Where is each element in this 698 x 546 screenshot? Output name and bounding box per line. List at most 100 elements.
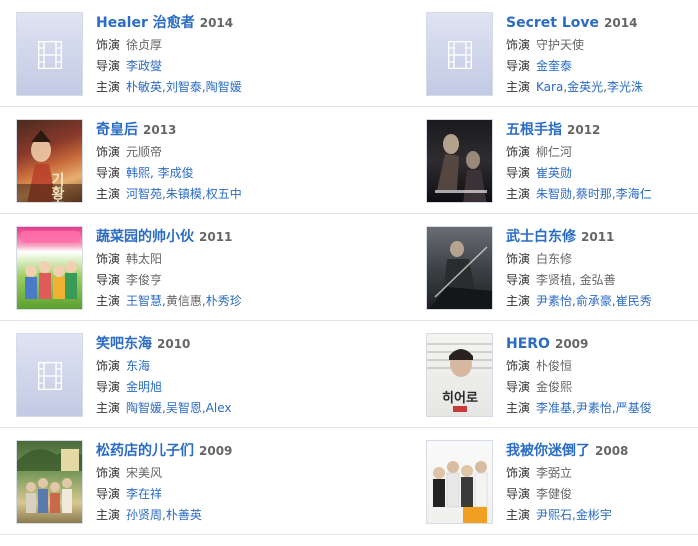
director-label: 导演 <box>506 380 531 394</box>
cast-link[interactable]: 陶智媛 <box>126 401 162 415</box>
role-value: 韩太阳 <box>126 252 163 266</box>
drama-year: 2014 <box>604 16 638 30</box>
cast-link[interactable]: 吴智恩 <box>166 401 202 415</box>
poster-placeholder[interactable] <box>16 12 83 96</box>
cast-link[interactable]: 金彬宇 <box>576 508 612 522</box>
cast-link[interactable]: 李光洙 <box>607 80 643 94</box>
poster-art <box>428 241 492 309</box>
poster-image[interactable] <box>426 119 493 203</box>
drama-title-link[interactable]: Secret Love <box>506 15 599 31</box>
cast-link[interactable]: 俞承豪 <box>576 294 612 308</box>
cast-link[interactable]: 陶智媛 <box>206 80 242 94</box>
role-value: 徐贞厚 <box>126 38 163 52</box>
drama-year: 2009 <box>199 444 233 458</box>
cast-link[interactable]: 朴敏英 <box>126 80 162 94</box>
role-label: 饰演 <box>96 38 121 52</box>
cast-link[interactable]: 严基俊 <box>616 401 652 415</box>
cast-link[interactable]: 崔民秀 <box>616 294 652 308</box>
cast-link[interactable]: 河智苑 <box>126 187 162 201</box>
cast-link[interactable]: 李海仁 <box>616 187 652 201</box>
director-value: 金俊熙 <box>536 380 573 394</box>
cast-link[interactable]: 王智慧 <box>126 294 162 308</box>
cast-label: 主演 <box>506 508 531 522</box>
drama-title-link[interactable]: 蔬菜园的帅小伙 <box>96 229 194 245</box>
poster-placeholder[interactable] <box>16 333 83 417</box>
director-label: 导演 <box>96 273 121 287</box>
drama-year: 2014 <box>199 16 234 30</box>
poster-image[interactable] <box>426 440 493 524</box>
drama-title-link[interactable]: 武士白东修 <box>506 229 576 245</box>
drama-title-link[interactable]: 五根手指 <box>506 122 562 138</box>
row-divider <box>0 534 698 535</box>
role-label: 饰演 <box>506 145 531 159</box>
cast-link[interactable]: Kara <box>536 80 563 94</box>
poster-placeholder[interactable] <box>426 12 493 96</box>
role-label: 饰演 <box>96 466 121 480</box>
drama-year: 2013 <box>143 123 177 137</box>
cast-link[interactable]: 蔡时那 <box>576 187 612 201</box>
drama-card: Secret Love 2014 饰演 守护天使 导演 金奎泰 主演 Kara,金英光,… <box>426 0 698 106</box>
cast-link[interactable]: 朱镇模 <box>166 187 202 201</box>
poster-art <box>21 231 80 299</box>
cast-link[interactable]: 朴善英 <box>166 508 202 522</box>
cast-link[interactable]: 尹素怡 <box>536 294 572 308</box>
poster-title-text: 기황후 <box>49 172 65 203</box>
role-value: 白东修 <box>536 252 573 266</box>
director-link[interactable]: 崔英勋 <box>536 166 572 180</box>
director-label: 导演 <box>96 166 121 180</box>
cast-label: 主演 <box>96 508 121 522</box>
cast-label: 主演 <box>506 187 531 201</box>
cast-link[interactable]: 尹素怡 <box>576 401 612 415</box>
poster-art <box>433 461 488 523</box>
poster-image[interactable] <box>16 226 83 310</box>
poster-image[interactable] <box>426 226 493 310</box>
drama-title-link[interactable]: 笑吧东海 <box>96 336 152 352</box>
drama-title-link[interactable]: 奇皇后 <box>96 122 138 138</box>
cast-link[interactable]: 朱智勋 <box>536 187 572 201</box>
role-label: 饰演 <box>96 145 121 159</box>
role-label: 饰演 <box>506 38 531 52</box>
drama-year: 2011 <box>581 230 615 244</box>
role-link[interactable]: 东海 <box>126 359 150 373</box>
drama-year: 2009 <box>554 337 589 351</box>
drama-title-link[interactable]: HERO <box>506 336 550 352</box>
poster-image[interactable] <box>16 440 83 524</box>
cast-link[interactable]: 权五中 <box>206 187 242 201</box>
cast-link[interactable]: 尹熙石 <box>536 508 572 522</box>
director-label: 导演 <box>506 273 531 287</box>
drama-title-link[interactable]: 我被你迷倒了 <box>506 443 590 459</box>
cast-link[interactable]: Alex <box>206 401 232 415</box>
role-label: 饰演 <box>506 359 531 373</box>
poster-image[interactable]: 히어로 <box>426 333 493 417</box>
drama-title-link[interactable]: Healer 治愈者 <box>96 15 195 31</box>
director-value: 李健俊 <box>536 487 573 501</box>
drama-title-link[interactable]: 松药店的儿子们 <box>96 443 194 459</box>
cast-link[interactable]: 刘智泰 <box>166 80 202 94</box>
director-link[interactable]: 金奎泰 <box>536 59 572 73</box>
drama-card: 히어로 HERO 2009 饰演 朴俊恒 导演 金俊熙 主演 李准基,尹素怡,严基俊 <box>426 321 698 427</box>
poster-image[interactable]: 기황후 <box>16 119 83 203</box>
poster-title-text: 히어로 <box>442 390 478 406</box>
drama-card: 기황후 奇皇后 2013 饰演 元顺帝 导演 韩熙, 李成俊 主演 河智苑,朱镇模,权五… <box>16 107 346 213</box>
director-link[interactable]: 李政燮 <box>126 59 162 73</box>
poster-art: 히어로 <box>427 343 492 412</box>
drama-year: 2011 <box>199 230 233 244</box>
drama-card: Healer 治愈者 2014 饰演 徐贞厚 导演 李政燮 主演 朴敏英,刘智泰,陶智媛 <box>16 0 346 106</box>
cast-link[interactable]: 李准基 <box>536 401 572 415</box>
director-link[interactable]: 金明旭 <box>126 380 162 394</box>
film-icon <box>38 41 62 69</box>
cast-link[interactable]: 孙贤周 <box>126 508 162 522</box>
cast-label: 主演 <box>506 80 531 94</box>
cast-label: 主演 <box>506 401 531 415</box>
director-link[interactable]: 李在祥 <box>126 487 162 501</box>
cast-label: 主演 <box>96 187 121 201</box>
director-value: 李俊亨 <box>126 273 163 287</box>
director-label: 导演 <box>96 59 121 73</box>
drama-year: 2010 <box>157 337 191 351</box>
drama-year: 2012 <box>567 123 601 137</box>
drama-card: 我被你迷倒了 2008 饰演 李弼立 导演 李健俊 主演 尹熙石,金彬宇 <box>426 428 698 534</box>
poster-art <box>435 134 487 202</box>
director-link[interactable]: 韩熙, 李成俊 <box>126 166 194 180</box>
cast-link[interactable]: 朴秀珍 <box>206 294 242 308</box>
cast-link[interactable]: 金英光 <box>567 80 603 94</box>
